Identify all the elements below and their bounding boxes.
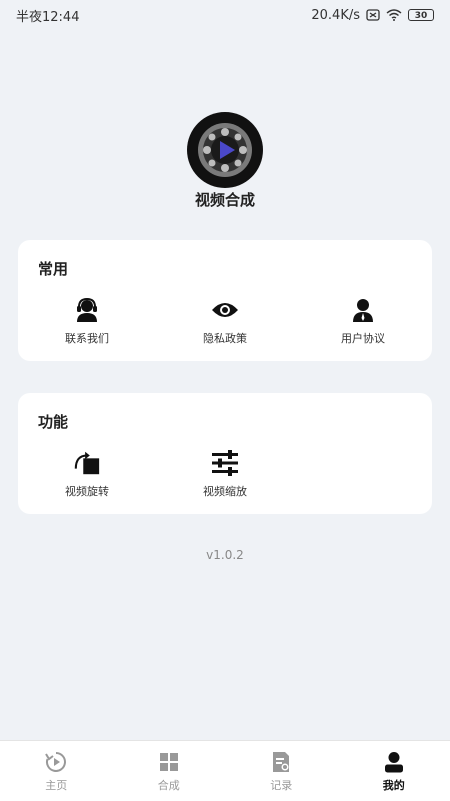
tab-compose-label: 合成 [158, 777, 180, 793]
common-card: 常用 联系我们 隐私政策 [18, 240, 432, 361]
video-scale-label: 视频缩放 [203, 483, 247, 499]
tab-home-label: 主页 [45, 777, 67, 793]
video-scale-item[interactable]: 视频缩放 [156, 449, 294, 499]
profile-icon [382, 750, 406, 774]
tab-compose[interactable]: 合成 [113, 741, 226, 801]
battery-icon: 30 [408, 9, 434, 21]
features-card: 功能 视频旋转 视频缩放 [18, 393, 432, 514]
eye-icon [211, 296, 239, 324]
user-icon [349, 296, 377, 324]
user-agreement-label: 用户协议 [341, 330, 385, 346]
video-rotate-label: 视频旋转 [65, 483, 109, 499]
wifi-icon [386, 9, 402, 21]
tab-mine-label: 我的 [383, 777, 405, 793]
tab-home[interactable]: 主页 [0, 741, 113, 801]
video-rotate-item[interactable]: 视频旋转 [18, 449, 156, 499]
user-agreement-item[interactable]: 用户协议 [294, 296, 432, 346]
headset-support-icon [73, 296, 101, 324]
contact-us-item[interactable]: 联系我们 [18, 296, 156, 346]
status-time: 半夜12:44 [16, 6, 79, 25]
tab-mine[interactable]: 我的 [338, 741, 450, 801]
status-bar: 半夜12:44 20.4K/s 30 [0, 0, 450, 30]
sliders-icon [211, 449, 239, 477]
app-name: 视频合成 [0, 189, 450, 210]
home-play-icon [44, 750, 68, 774]
privacy-policy-label: 隐私政策 [203, 330, 247, 346]
status-right: 20.4K/s 30 [311, 8, 434, 23]
tab-records[interactable]: 记录 [225, 741, 338, 801]
version-text: v1.0.2 [0, 548, 450, 562]
record-file-icon [269, 750, 293, 774]
contact-us-label: 联系我们 [65, 330, 109, 346]
grid-icon [157, 750, 181, 774]
sim-icon [366, 9, 380, 21]
app-logo [187, 112, 263, 188]
rotate-icon [73, 449, 101, 477]
common-section-title: 常用 [38, 258, 68, 279]
network-speed: 20.4K/s [311, 8, 360, 23]
privacy-policy-item[interactable]: 隐私政策 [156, 296, 294, 346]
features-section-title: 功能 [38, 411, 68, 432]
bottom-tab-bar: 主页 合成 记录 [0, 740, 450, 801]
video-play-reel-icon [187, 112, 263, 188]
tab-records-label: 记录 [270, 777, 292, 793]
